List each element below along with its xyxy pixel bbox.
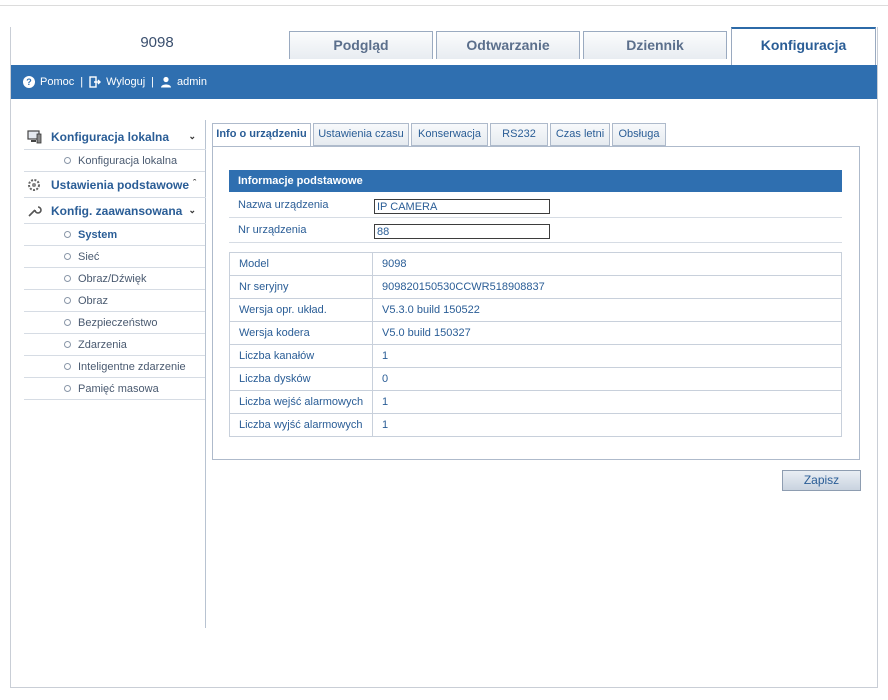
table-row: Liczba kanałów 1 — [229, 344, 842, 368]
tab-podglad[interactable]: Podgląd — [289, 31, 433, 59]
info-value: V5.3.0 build 150522 — [372, 298, 842, 322]
sidebar-item-events[interactable]: Zdarzenia — [24, 334, 206, 356]
sidebar-section-basic-settings[interactable]: Ustawienia podstawowe ˆ — [24, 172, 206, 198]
subtab-device-info[interactable]: Info o urządzeniu — [212, 123, 311, 147]
chevron-up-icon[interactable]: ˆ — [193, 178, 196, 188]
table-row: Liczba wejść alarmowych 1 — [229, 390, 842, 414]
wrench-icon — [27, 204, 42, 218]
logout-icon[interactable] — [89, 76, 102, 88]
username: admin — [177, 76, 207, 88]
info-label: Wersja opr. układ. — [229, 298, 373, 322]
sidebar-section-label: Konfiguracja lokalna — [51, 129, 170, 144]
subtab-time-settings[interactable]: Ustawienia czasu — [313, 123, 409, 146]
device-name-input[interactable] — [374, 199, 550, 214]
subtab-maintenance[interactable]: Konserwacja — [411, 123, 488, 146]
sidebar-section-advanced-config[interactable]: Konfig. zaawansowana ⌄ — [24, 198, 206, 224]
sidebar-item-video-audio[interactable]: Obraz/Dźwięk — [24, 268, 206, 290]
sidebar-item-label: Obraz — [78, 294, 108, 307]
subtab-service[interactable]: Obsługa — [612, 123, 666, 146]
sidebar-item-label: Zdarzenia — [78, 338, 127, 351]
help-icon[interactable]: ? — [23, 76, 35, 88]
info-value: 1 — [372, 390, 842, 414]
info-value: 909820150530CCWR518908837 — [372, 275, 842, 299]
tab-dziennik[interactable]: Dziennik — [583, 31, 727, 59]
user-toolbar: ? Pomoc | Wyloguj | admin — [11, 65, 877, 99]
device-info-table: Model 9098 Nr seryjny 909820150530CCWR5189… — [229, 252, 842, 437]
subtab-rs232[interactable]: RS232 — [490, 123, 548, 146]
user-icon — [160, 76, 172, 88]
sidebar-item-label: Inteligentne zdarzenie — [78, 360, 186, 373]
info-value: 9098 — [372, 252, 842, 276]
info-label: Wersja kodera — [229, 321, 373, 345]
sidebar-item-smart-event[interactable]: Inteligentne zdarzenie — [24, 356, 206, 378]
bullet-icon — [64, 157, 71, 164]
sidebar-item-label: System — [78, 228, 118, 241]
sidebar-item-image[interactable]: Obraz — [24, 290, 206, 312]
info-label: Liczba wyjść alarmowych — [229, 413, 373, 437]
bullet-icon — [64, 385, 71, 392]
field-device-number: Nr urządzenia — [229, 219, 842, 243]
sidebar-section-label: Ustawienia podstawowe — [51, 177, 190, 192]
subtab-dst[interactable]: Czas letni — [550, 123, 610, 146]
info-label: Model — [229, 252, 373, 276]
info-value: 0 — [372, 367, 842, 391]
sidebar-item-label: Obraz/Dźwięk — [78, 272, 147, 285]
bullet-icon — [64, 275, 71, 282]
info-value: 1 — [372, 413, 842, 437]
bullet-icon — [64, 341, 71, 348]
table-row: Nr seryjny 909820150530CCWR518908837 — [229, 275, 842, 299]
tab-konfiguracja[interactable]: Konfiguracja — [731, 27, 876, 65]
info-label: Liczba wejść alarmowych — [229, 390, 373, 414]
info-label: Liczba kanałów — [229, 344, 373, 368]
sidebar-item-local-config[interactable]: Konfiguracja lokalna — [24, 150, 206, 172]
chevron-down-icon[interactable]: ⌄ — [188, 131, 196, 142]
sidebar-item-storage[interactable]: Pamięć masowa — [24, 378, 206, 400]
sidebar-item-label: Sieć — [78, 250, 100, 263]
field-label: Nr urządzenia — [238, 224, 307, 236]
device-number-input[interactable] — [374, 224, 550, 239]
section-header: Informacje podstawowe — [229, 170, 842, 192]
bullet-icon — [64, 319, 71, 326]
table-row: Liczba wyjść alarmowych 1 — [229, 413, 842, 437]
help-link[interactable]: Pomoc — [40, 76, 74, 88]
sidebar-item-label: Bezpieczeństwo — [78, 316, 158, 329]
info-label: Liczba dysków — [229, 367, 373, 391]
info-value: V5.0 build 150327 — [372, 321, 842, 345]
computer-icon — [27, 129, 42, 144]
sidebar-item-label: Pamięć masowa — [78, 382, 159, 395]
bullet-icon — [64, 253, 71, 260]
info-value: 1 — [372, 344, 842, 368]
sidebar-item-network[interactable]: Sieć — [24, 246, 206, 268]
bullet-icon — [64, 231, 71, 238]
toolbar-separator: | — [80, 76, 84, 88]
table-row: Wersja opr. układ. V5.3.0 build 150522 — [229, 298, 842, 322]
sidebar-section-label: Konfig. zaawansowana — [51, 203, 183, 218]
field-device-name: Nazwa urządzenia — [229, 194, 842, 218]
table-row: Liczba dysków 0 — [229, 367, 842, 391]
bullet-icon — [64, 363, 71, 370]
logout-link[interactable]: Wyloguj — [106, 76, 145, 88]
sidebar-item-system[interactable]: System — [24, 224, 206, 246]
info-label: Nr seryjny — [229, 275, 373, 299]
field-label: Nazwa urządzenia — [238, 199, 329, 211]
toolbar-separator: | — [151, 76, 154, 88]
save-button[interactable]: Zapisz — [782, 470, 861, 491]
sidebar-section-local-config[interactable]: Konfiguracja lokalna ⌄ — [24, 124, 206, 150]
table-row: Wersja kodera V5.0 build 150327 — [229, 321, 842, 345]
table-row: Model 9098 — [229, 252, 842, 276]
device-name: 9098 — [140, 34, 174, 51]
gear-icon — [27, 178, 42, 192]
tab-odtwarzanie[interactable]: Odtwarzanie — [436, 31, 580, 59]
sidebar-item-label: Konfiguracja lokalna — [78, 154, 178, 167]
chevron-down-icon[interactable]: ⌄ — [188, 205, 196, 216]
sidebar-item-security[interactable]: Bezpieczeństwo — [24, 312, 206, 334]
bullet-icon — [64, 297, 71, 304]
top-divider — [0, 5, 888, 6]
sidebar: Konfiguracja lokalna ⌄ Konfiguracja loka… — [24, 120, 206, 628]
